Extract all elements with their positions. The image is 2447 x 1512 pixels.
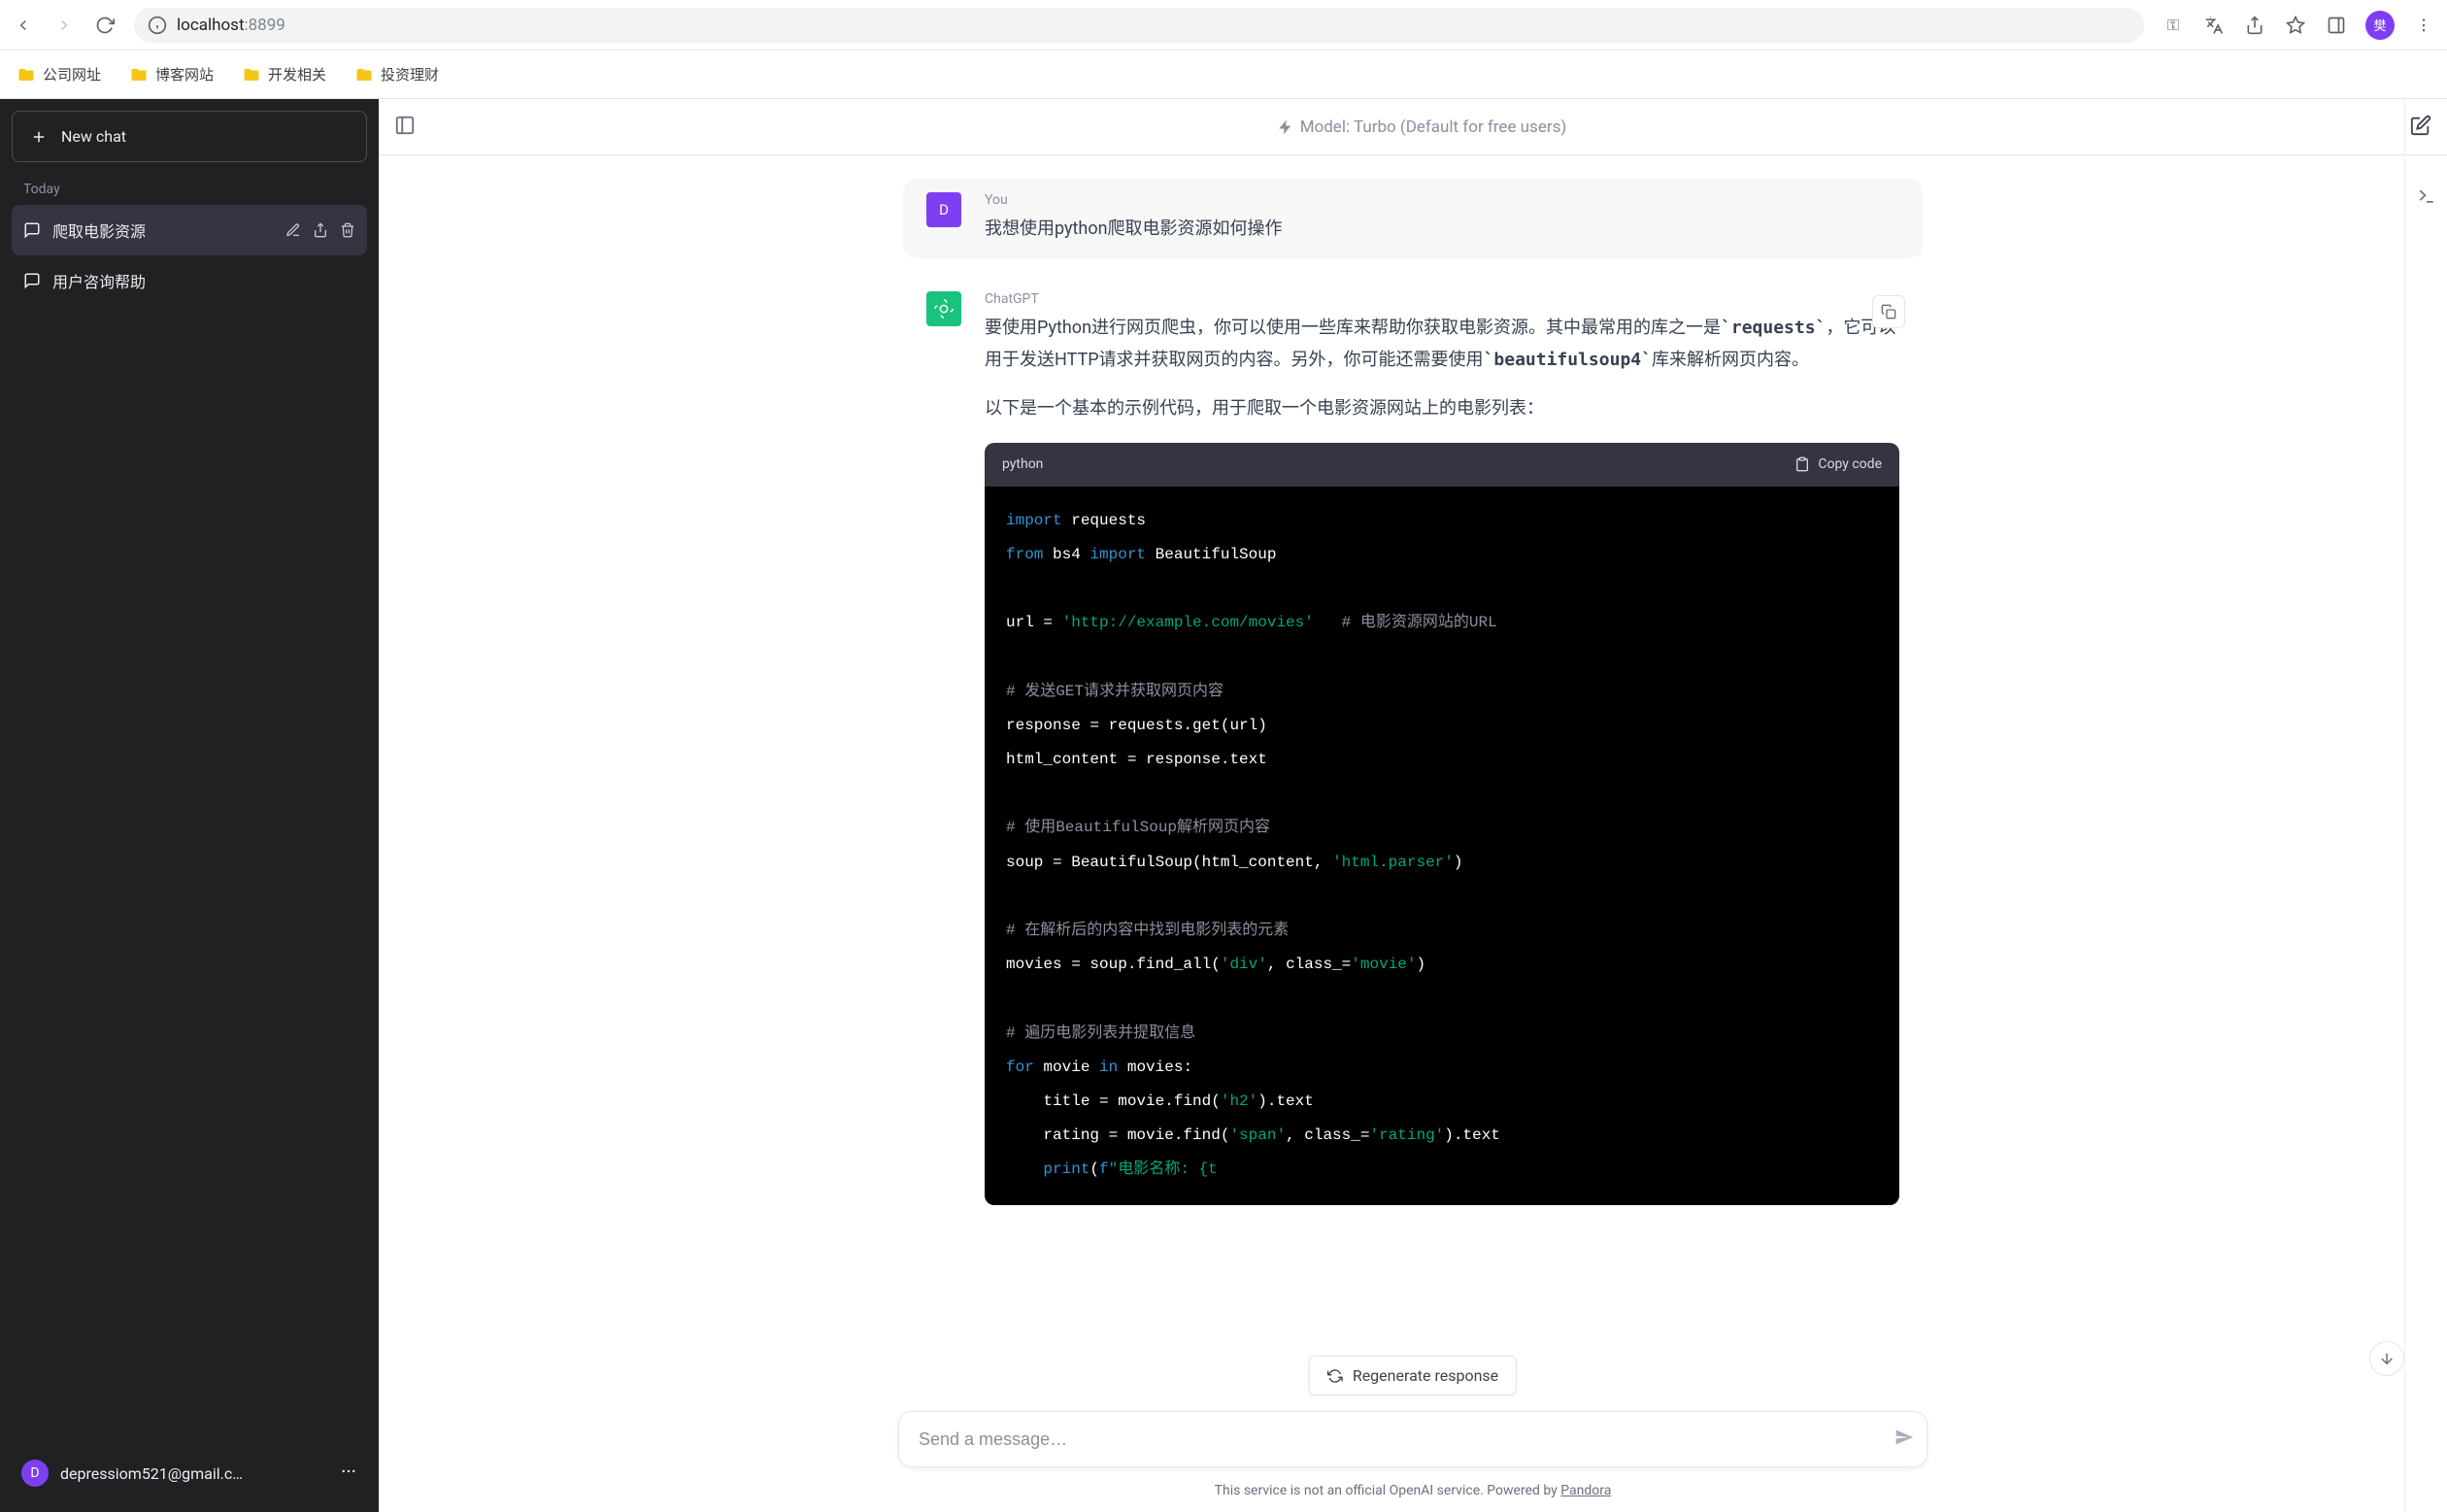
chat-item[interactable]: 爬取电影资源 xyxy=(12,205,367,255)
code-content: import requests from bs4 import Beautifu… xyxy=(985,487,1899,1205)
right-gutter xyxy=(2404,99,2447,1512)
terminal-icon[interactable] xyxy=(2417,186,2436,210)
code-lang: python xyxy=(1002,453,1043,477)
chat-title: 爬取电影资源 xyxy=(52,218,274,242)
user-email: depressiom521@gmail.c… xyxy=(60,1464,328,1483)
profile-avatar[interactable]: 樊 xyxy=(2365,11,2395,40)
new-chat-label: New chat xyxy=(61,127,126,146)
forward-button[interactable] xyxy=(52,14,76,37)
footer-link[interactable]: Pandora xyxy=(1560,1483,1611,1498)
footer-note: This service is not an official OpenAI s… xyxy=(1215,1483,1612,1498)
user-avatar: D xyxy=(926,192,961,227)
share-icon[interactable] xyxy=(2243,14,2266,37)
url-text: localhost:8899 xyxy=(177,16,285,35)
bookmark-item[interactable]: 博客网站 xyxy=(130,64,214,84)
more-icon[interactable] xyxy=(340,1462,357,1484)
bolt-icon xyxy=(1277,118,1294,136)
edit-icon[interactable] xyxy=(285,222,301,238)
bookmark-star-icon[interactable] xyxy=(2284,14,2307,37)
sender-label: ChatGPT xyxy=(985,291,1899,307)
bookmark-item[interactable]: 投资理财 xyxy=(355,64,439,84)
main-panel: Model: Turbo (Default for free users) D … xyxy=(379,99,2447,1512)
message-text: 要使用Python进行网页爬虫，你可以使用一些库来帮助你获取电影资源。其中最常用… xyxy=(985,313,1899,1204)
site-info-icon[interactable] xyxy=(148,16,167,35)
send-button[interactable] xyxy=(1894,1428,1914,1451)
section-label: Today xyxy=(12,162,367,205)
code-block: python Copy code import requests from bs… xyxy=(985,443,1899,1205)
user-avatar: D xyxy=(21,1460,49,1487)
refresh-icon xyxy=(1327,1368,1343,1384)
translate-icon[interactable] xyxy=(2202,14,2226,37)
copy-code-button[interactable]: Copy code xyxy=(1794,453,1882,477)
plus-icon xyxy=(30,128,48,146)
sender-label: You xyxy=(985,192,1899,208)
chat-icon xyxy=(23,272,41,289)
message-text: 我想使用python爬取电影资源如何操作 xyxy=(985,214,1899,245)
bookmark-item[interactable]: 开发相关 xyxy=(243,64,326,84)
copy-message-button[interactable] xyxy=(1872,295,1905,328)
address-bar[interactable]: localhost:8899 xyxy=(134,8,2144,43)
main-header: Model: Turbo (Default for free users) xyxy=(379,99,2447,155)
new-chat-button[interactable]: New chat xyxy=(12,111,367,162)
chat-item[interactable]: 用户咨询帮助 xyxy=(12,255,367,306)
bookmarks-bar: 公司网址 博客网站 开发相关 投资理财 xyxy=(0,50,2447,99)
chat-icon xyxy=(23,221,41,239)
message-input[interactable] xyxy=(898,1411,1927,1467)
bot-avatar xyxy=(926,291,961,326)
back-button[interactable] xyxy=(12,14,35,37)
model-label: Model: Turbo (Default for free users) xyxy=(1300,118,1567,137)
delete-icon[interactable] xyxy=(340,222,355,238)
panel-toggle-icon[interactable] xyxy=(394,115,416,140)
share-icon[interactable] xyxy=(313,222,328,238)
regenerate-button[interactable]: Regenerate response xyxy=(1309,1356,1517,1395)
kebab-menu-icon[interactable] xyxy=(2412,14,2435,37)
message-user: D You 我想使用python爬取电影资源如何操作 xyxy=(903,179,1923,258)
sidebar: New chat Today 爬取电影资源 用户咨询帮助 D depressio… xyxy=(0,99,379,1512)
scroll-down-button[interactable] xyxy=(2369,1341,2404,1376)
input-area xyxy=(898,1411,1927,1467)
sidepanel-icon[interactable] xyxy=(2325,14,2348,37)
conversation: D You 我想使用python爬取电影资源如何操作 ChatGPT 要使用Py… xyxy=(379,155,2447,1512)
sidebar-user[interactable]: D depressiom521@gmail.c… xyxy=(12,1446,367,1500)
bookmark-item[interactable]: 公司网址 xyxy=(17,64,101,84)
message-bot: ChatGPT 要使用Python进行网页爬虫，你可以使用一些库来帮助你获取电影… xyxy=(903,278,1923,1208)
clipboard-icon xyxy=(1794,456,1810,472)
browser-toolbar: localhost:8899 ⚿ 樊 xyxy=(0,0,2447,50)
chat-title: 用户咨询帮助 xyxy=(52,269,355,292)
reload-button[interactable] xyxy=(93,14,117,37)
key-icon[interactable]: ⚿ xyxy=(2162,14,2185,37)
